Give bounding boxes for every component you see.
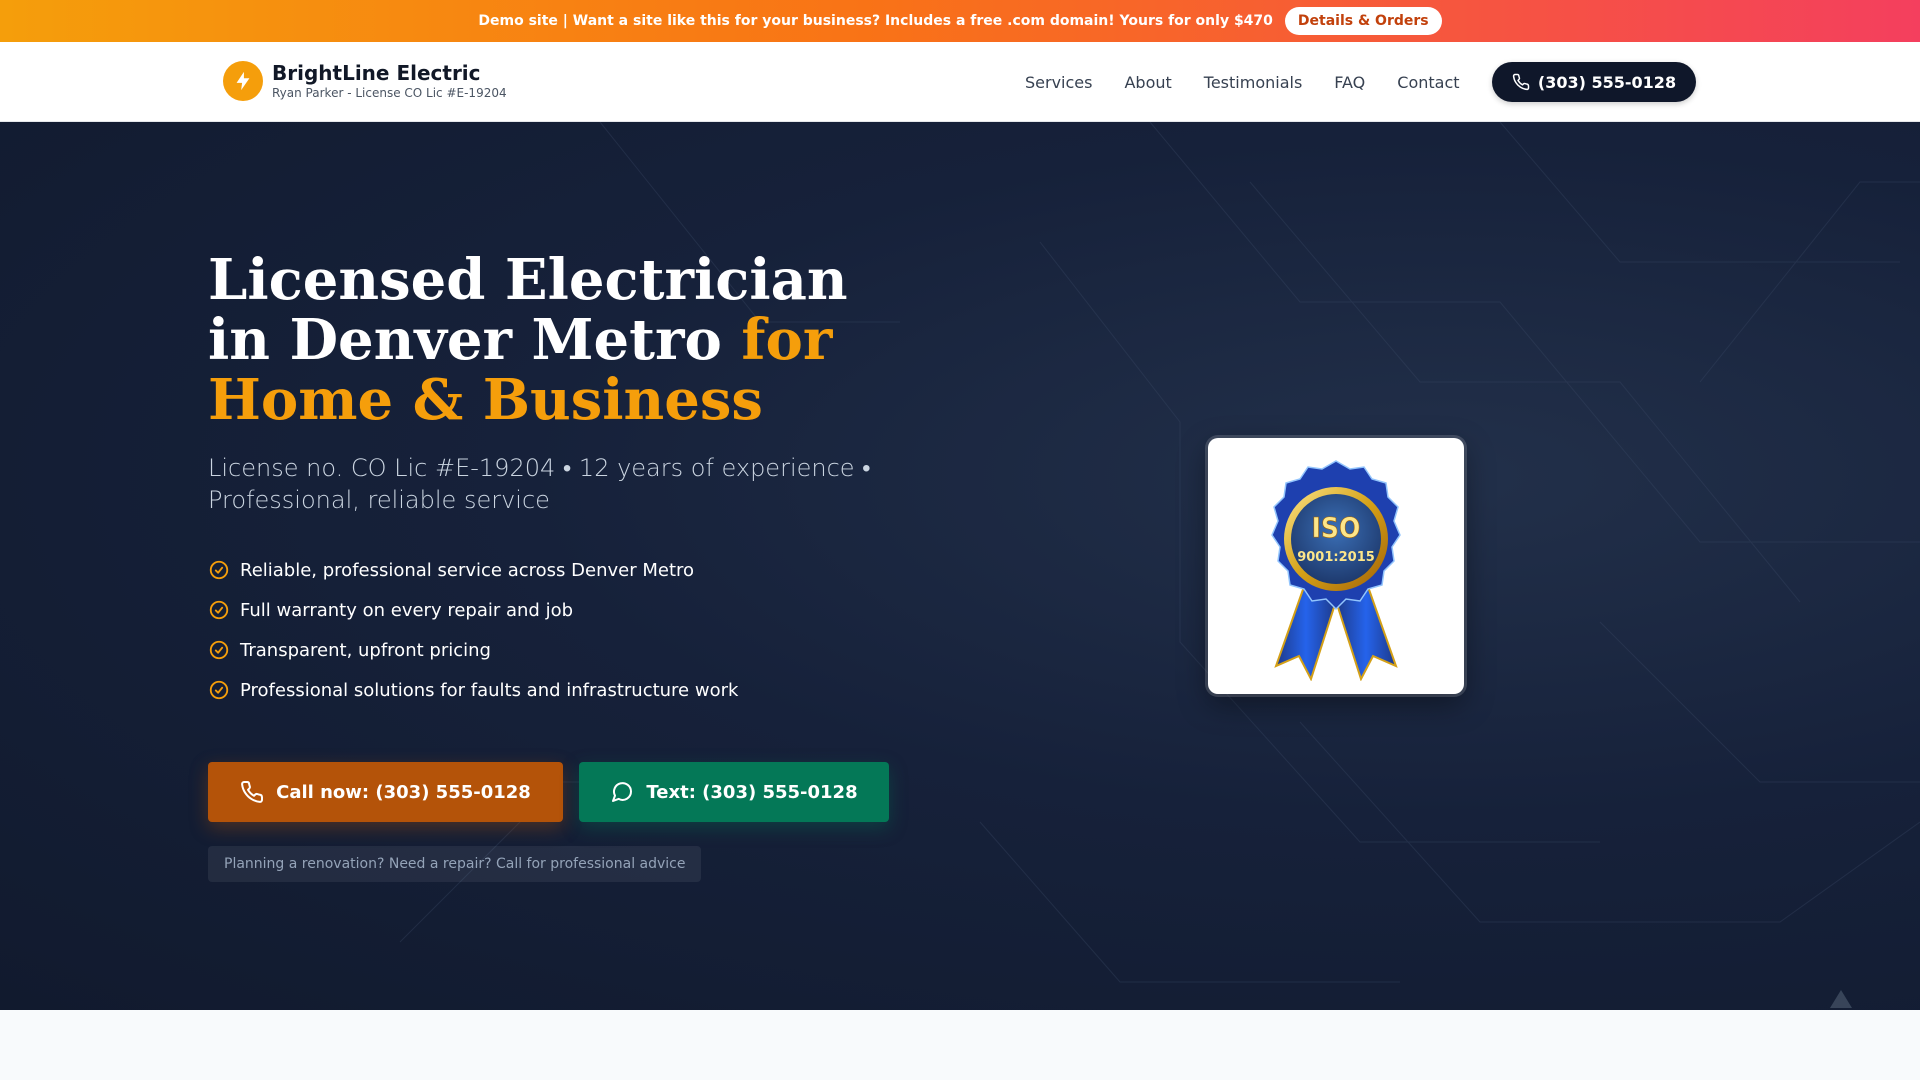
nav-services[interactable]: Services: [1025, 64, 1092, 101]
nav-about[interactable]: About: [1124, 64, 1171, 101]
check-circle-icon: [209, 600, 229, 620]
site-header: BrightLine Electric Ryan Parker - Licens…: [0, 42, 1920, 122]
nav-faq[interactable]: FAQ: [1334, 64, 1365, 101]
call-now-label: Call now: (303) 555-0128: [276, 781, 531, 803]
details-orders-button[interactable]: Details & Orders: [1284, 7, 1442, 35]
feature-item: Reliable, professional service across De…: [208, 550, 738, 590]
feature-item: Professional solutions for faults and in…: [208, 670, 738, 710]
feature-item: Full warranty on every repair and job: [208, 590, 738, 630]
iso-badge-title: ISO: [1312, 511, 1361, 544]
scroll-top-icon[interactable]: [1828, 988, 1854, 1010]
text-us-button[interactable]: Text: (303) 555-0128: [579, 762, 889, 822]
main-nav: Services About Testimonials FAQ Contact: [1025, 64, 1492, 101]
bolt-icon: [223, 61, 263, 101]
check-circle-icon: [209, 560, 229, 580]
chat-icon: [612, 782, 633, 802]
hero-subtitle: License no. CO Lic #E-19204 • 12 years o…: [208, 454, 871, 514]
nav-testimonials[interactable]: Testimonials: [1204, 64, 1303, 101]
hero-title: Licensed Electrician in Denver Metro for…: [208, 250, 928, 430]
phone-icon: [241, 780, 264, 803]
check-circle-icon: [209, 640, 229, 660]
feature-text: Reliable, professional service across De…: [240, 559, 695, 581]
header-phone-button[interactable]: (303) 555-0128: [1492, 62, 1696, 102]
iso-badge-card: ISO 9001:2015: [1208, 438, 1464, 694]
brand-name: BrightLine Electric: [272, 61, 481, 85]
brand-license: Ryan Parker - License CO Lic #E-19204: [272, 86, 507, 100]
header-phone-label: (303) 555-0128: [1537, 72, 1677, 92]
feature-text: Full warranty on every repair and job: [240, 599, 574, 621]
brand-logo-link[interactable]: BrightLine Electric Ryan Parker - Licens…: [223, 61, 507, 101]
feature-text: Professional solutions for faults and in…: [240, 679, 739, 701]
iso-badge: ISO 9001:2015: [1271, 460, 1401, 681]
promo-bar: Demo site | Want a site like this for yo…: [0, 0, 1920, 42]
advice-hint: Planning a renovation? Need a repair? Ca…: [208, 846, 702, 882]
feature-text: Transparent, upfront pricing: [240, 639, 491, 661]
check-circle-icon: [209, 680, 229, 700]
call-now-button[interactable]: Call now: (303) 555-0128: [208, 762, 563, 822]
feature-item: Transparent, upfront pricing: [208, 630, 738, 670]
iso-badge-code: 9001:2015: [1297, 550, 1375, 565]
text-us-label: Text: (303) 555-0128: [646, 781, 858, 803]
phone-icon: [1512, 73, 1530, 91]
nav-contact[interactable]: Contact: [1397, 64, 1459, 101]
promo-text: Demo site | Want a site like this for yo…: [478, 13, 1273, 29]
hero-section: Licensed Electrician in Denver Metro for…: [0, 122, 1920, 1010]
feature-list: Reliable, professional service across De…: [208, 550, 738, 710]
